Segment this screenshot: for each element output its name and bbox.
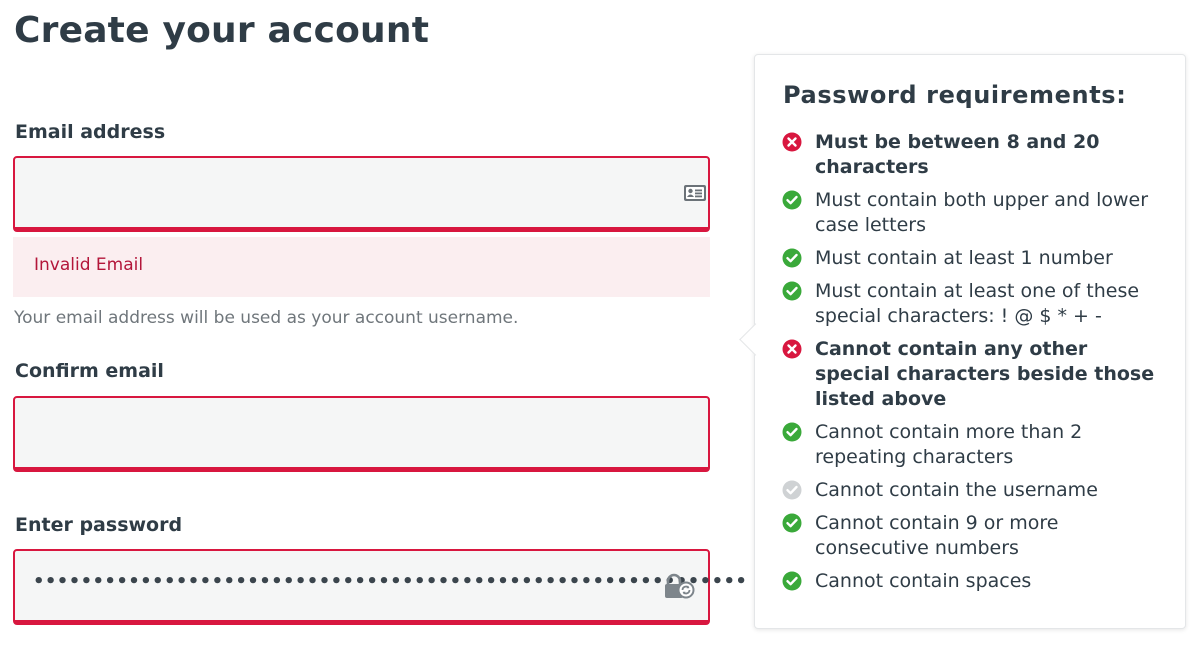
requirement-item: Cannot contain any other special charact…	[781, 337, 1161, 412]
confirm-email-field[interactable]	[15, 398, 708, 467]
pass-check-icon	[782, 248, 802, 268]
requirement-item: Cannot contain 9 or more consecutive num…	[781, 511, 1161, 561]
pass-check-icon	[782, 571, 802, 591]
requirement-item: Must be between 8 and 20 characters	[781, 130, 1161, 180]
requirement-text: Cannot contain the username	[815, 479, 1098, 501]
requirements-title: Password requirements:	[783, 81, 1127, 109]
password-lock-icon[interactable]	[664, 573, 696, 601]
pass-check-icon	[782, 190, 802, 210]
requirement-item: Cannot contain more than 2 repeating cha…	[781, 420, 1161, 470]
requirement-text: Must contain at least one of these speci…	[815, 280, 1140, 327]
requirement-text: Cannot contain spaces	[815, 570, 1032, 592]
password-label: Enter password	[15, 514, 183, 536]
email-field-wrapper	[13, 156, 710, 232]
requirement-text: Must contain both upper and lower case l…	[815, 189, 1149, 236]
page-title: Create your account	[14, 10, 430, 51]
requirement-item: Must contain at least 1 number	[781, 246, 1161, 271]
requirements-list: Must be between 8 and 20 characters Must …	[781, 130, 1161, 602]
neutral-check-icon	[782, 480, 802, 500]
requirement-text: Cannot contain 9 or more consecutive num…	[815, 512, 1059, 559]
requirement-text: Cannot contain more than 2 repeating cha…	[815, 421, 1083, 468]
requirement-item: Must contain at least one of these speci…	[781, 279, 1161, 329]
requirement-item: Must contain both upper and lower case l…	[781, 188, 1161, 238]
pass-check-icon	[782, 513, 802, 533]
email-error-message: Invalid Email	[34, 255, 144, 275]
email-field[interactable]	[15, 158, 708, 227]
pass-check-icon	[782, 281, 802, 301]
signup-page: Create your account Email address Invali…	[0, 0, 1200, 646]
confirm-email-field-wrapper	[13, 396, 710, 472]
email-error-box: Invalid Email	[13, 237, 710, 297]
requirement-text: Must contain at least 1 number	[815, 247, 1113, 269]
requirement-text: Must be between 8 and 20 characters	[815, 131, 1100, 178]
fail-x-icon	[782, 132, 802, 152]
fail-x-icon	[782, 339, 802, 359]
password-masked-value: ••••••••••••••••••••••••••••••••••••••••…	[33, 571, 748, 592]
password-requirements-panel: Password requirements: Must be between 8…	[754, 54, 1186, 629]
requirement-item: Cannot contain the username	[781, 478, 1161, 503]
requirement-item: Cannot contain spaces	[781, 569, 1161, 594]
email-hint: Your email address will be used as your …	[14, 308, 519, 328]
requirements-pointer	[736, 322, 772, 358]
password-field[interactable]: ••••••••••••••••••••••••••••••••••••••••…	[13, 549, 747, 625]
confirm-email-label: Confirm email	[15, 360, 164, 382]
contact-card-icon[interactable]	[682, 180, 708, 206]
requirement-text: Cannot contain any other special charact…	[815, 338, 1155, 410]
pass-check-icon	[782, 422, 802, 442]
email-label: Email address	[15, 121, 166, 143]
